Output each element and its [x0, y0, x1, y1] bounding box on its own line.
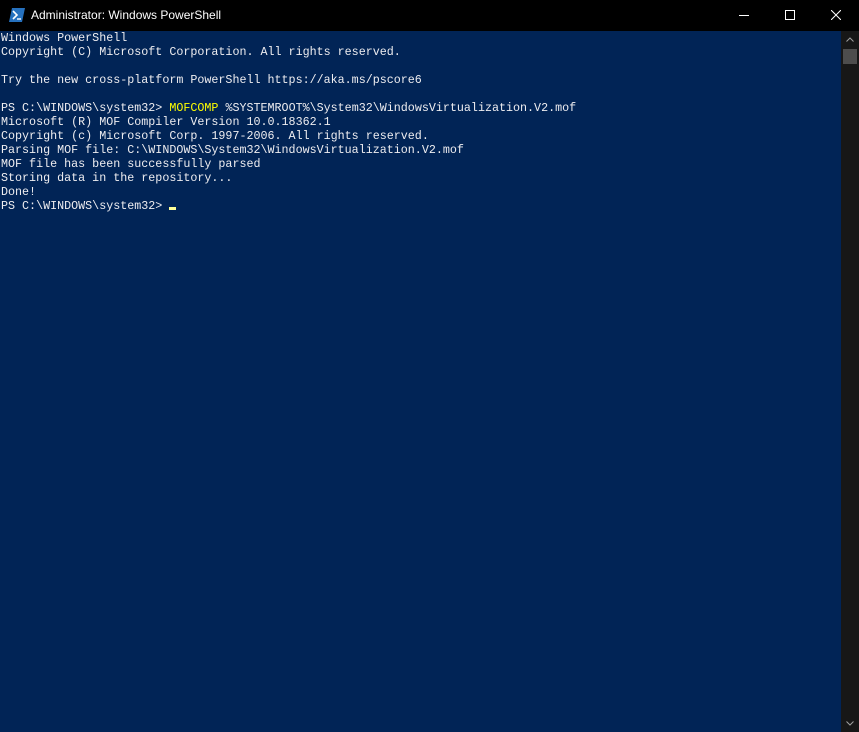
current-prompt-line[interactable]: PS C:\WINDOWS\system32> [1, 199, 177, 213]
current-prompt: PS C:\WINDOWS\system32> [1, 199, 163, 213]
command-name: MOFCOMP [169, 101, 219, 115]
scroll-thumb[interactable] [843, 49, 857, 64]
console-line: Storing data in the repository... [1, 171, 233, 185]
close-button[interactable] [813, 0, 859, 31]
scroll-up-arrow-icon [846, 37, 854, 42]
minimize-button[interactable] [721, 0, 767, 31]
maximize-button[interactable] [767, 0, 813, 31]
console-line: Microsoft (R) MOF Compiler Version 10.0.… [1, 115, 331, 129]
scroll-up-button[interactable] [841, 31, 859, 48]
console-line: Copyright (C) Microsoft Corporation. All… [1, 45, 401, 59]
text-cursor [169, 207, 177, 210]
close-icon [831, 10, 841, 20]
console-line: Windows PowerShell [1, 31, 128, 45]
console-line: MOF file has been successfully parsed [1, 157, 261, 171]
console-line: Try the new cross-platform PowerShell ht… [1, 73, 422, 87]
prompt-text: PS C:\WINDOWS\system32> [1, 101, 170, 115]
console-line: Parsing MOF file: C:\WINDOWS\System32\Wi… [1, 143, 464, 157]
minimize-icon [739, 15, 749, 16]
title-bar[interactable]: Administrator: Windows PowerShell [0, 0, 859, 31]
powershell-app-icon [9, 8, 25, 22]
command-line: PS C:\WINDOWS\system32> MOFCOMP %SYSTEMR… [1, 101, 576, 115]
scroll-down-button[interactable] [841, 715, 859, 732]
console-output[interactable]: Windows PowerShell Copyright (C) Microso… [0, 31, 841, 732]
console-line: Done! [1, 185, 37, 199]
window-title: Administrator: Windows PowerShell [31, 8, 222, 22]
vertical-scrollbar[interactable] [841, 31, 859, 732]
scroll-down-arrow-icon [846, 721, 854, 726]
powershell-window: Administrator: Windows PowerShell Window… [0, 0, 859, 732]
maximize-icon [785, 10, 795, 20]
console-line: Copyright (c) Microsoft Corp. 1997-2006.… [1, 129, 429, 143]
command-args: %SYSTEMROOT%\System32\WindowsVirtualizat… [218, 101, 577, 115]
